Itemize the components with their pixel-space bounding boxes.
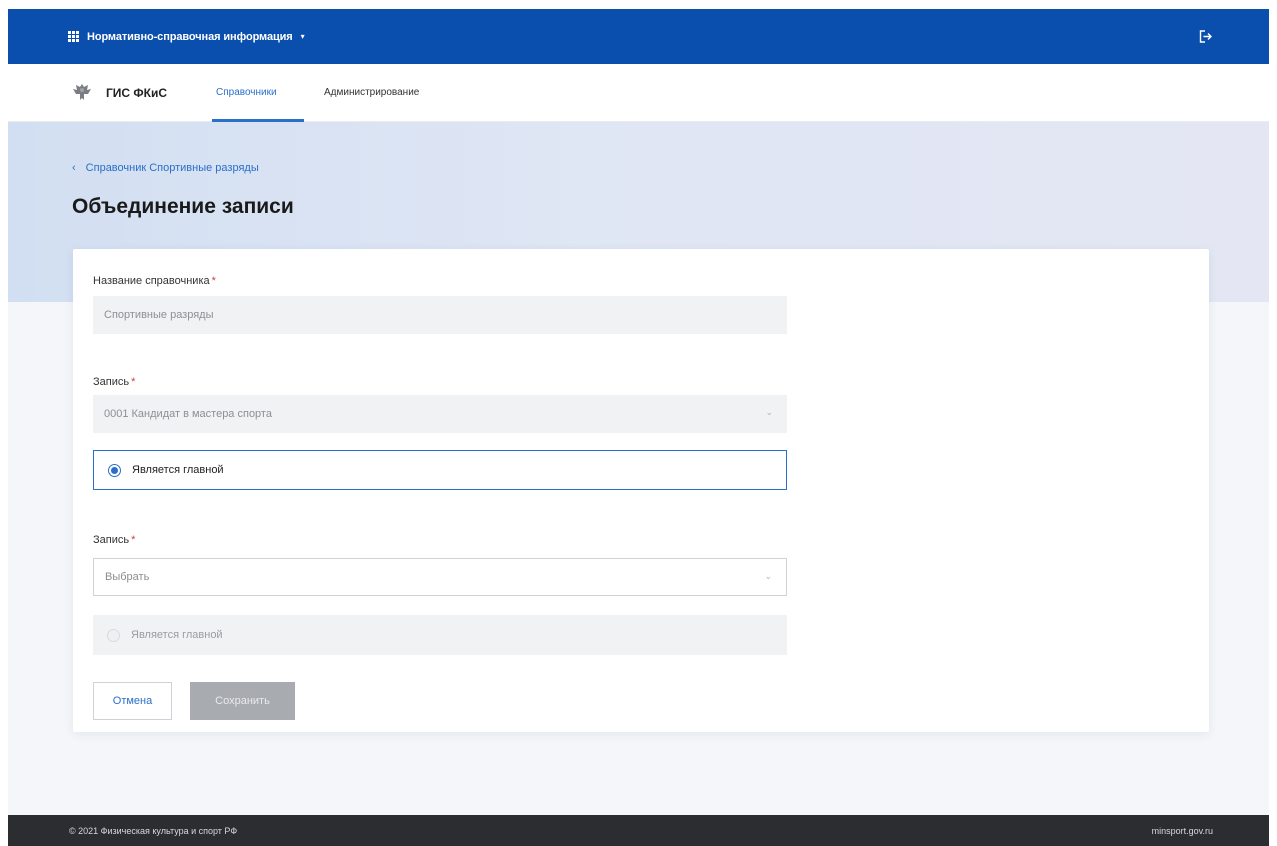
logout-button[interactable] bbox=[1197, 28, 1213, 44]
save-button[interactable]: Сохранить bbox=[190, 682, 295, 720]
brand-name[interactable]: ГИС ФКиС bbox=[106, 86, 167, 100]
tab-administration[interactable]: Администрирование bbox=[324, 87, 419, 98]
footer: © 2021 Физическая культура и спорт РФ mi… bbox=[8, 815, 1269, 846]
dictionary-name-field: Спортивные разряды bbox=[93, 296, 787, 334]
record2-label-text: Запись bbox=[93, 534, 130, 546]
record2-main-option: Является главной bbox=[93, 615, 787, 655]
required-mark: * bbox=[131, 534, 136, 546]
radio-disabled-icon bbox=[107, 628, 120, 642]
chevron-down-icon: ⌄ bbox=[765, 407, 773, 417]
record2-select[interactable]: Выбрать ⌄ bbox=[93, 558, 787, 596]
record1-main-option[interactable]: Является главной bbox=[93, 450, 787, 490]
dictionary-name-label: Название справочника * bbox=[93, 275, 216, 287]
record1-select: 0001 Кандидат в мастера спорта ⌄ bbox=[93, 395, 787, 433]
cancel-button[interactable]: Отмена bbox=[93, 682, 172, 720]
tab-dictionaries[interactable]: Справочники bbox=[216, 87, 277, 98]
radio-selected-icon[interactable] bbox=[108, 463, 121, 477]
footer-site-link[interactable]: minsport.gov.ru bbox=[1152, 826, 1213, 836]
logout-icon bbox=[1199, 29, 1212, 43]
record1-main-label: Является главной bbox=[132, 464, 224, 476]
top-app-bar: Нормативно-справочная информация ▾ bbox=[8, 9, 1269, 64]
required-mark: * bbox=[131, 376, 136, 388]
record1-label-text: Запись bbox=[93, 376, 130, 388]
footer-copyright: © 2021 Физическая культура и спорт РФ bbox=[69, 826, 238, 836]
dictionary-name-value: Спортивные разряды bbox=[104, 309, 214, 321]
required-mark: * bbox=[211, 275, 216, 287]
main-navigation: ГИС ФКиС Справочники Администрирование bbox=[8, 64, 1269, 122]
record1-label: Запись * bbox=[93, 376, 135, 388]
dictionary-name-label-text: Название справочника bbox=[93, 275, 210, 287]
app-switcher-title[interactable]: Нормативно-справочная информация bbox=[87, 31, 293, 43]
merge-form-card: Название справочника * Спортивные разряды… bbox=[73, 249, 1209, 732]
eagle-emblem-icon bbox=[73, 84, 91, 100]
breadcrumb-label: Справочник Спортивные разряды bbox=[85, 162, 259, 174]
apps-grid-icon[interactable] bbox=[68, 31, 79, 42]
breadcrumb[interactable]: ‹ Справочник Спортивные разряды bbox=[72, 162, 259, 174]
record2-placeholder: Выбрать bbox=[105, 571, 150, 583]
chevron-left-icon: ‹ bbox=[72, 162, 76, 174]
record2-main-label: Является главной bbox=[131, 629, 223, 641]
chevron-down-icon[interactable]: ▾ bbox=[301, 32, 305, 41]
record2-label: Запись * bbox=[93, 534, 135, 546]
chevron-down-icon: ⌄ bbox=[764, 571, 772, 581]
page-title: Объединение записи bbox=[72, 195, 294, 218]
app-frame: Нормативно-справочная информация ▾ ГИС Ф… bbox=[8, 9, 1269, 846]
record1-value: 0001 Кандидат в мастера спорта bbox=[104, 408, 272, 420]
